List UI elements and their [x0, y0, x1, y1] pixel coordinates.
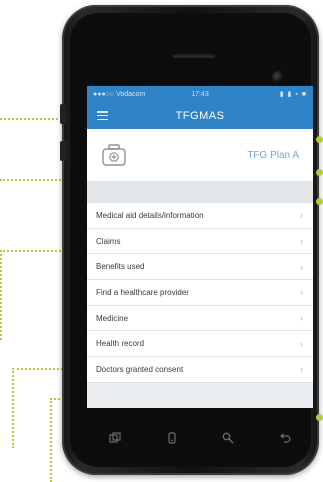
callout-dot-right-1 — [316, 136, 323, 143]
menu-item-label: Doctors granted consent — [96, 364, 184, 374]
callout-dot-right-3 — [316, 198, 323, 205]
chevron-right-icon: › — [300, 287, 303, 298]
menu-item-label: Find a healthcare provider — [96, 287, 189, 297]
back-icon[interactable] — [278, 431, 292, 445]
menu-item-benefits-used[interactable]: Benefits used › — [87, 254, 313, 281]
callout-line-5-v — [50, 398, 52, 482]
carrier-label: ●●●○○ Vodacom — [93, 90, 146, 98]
home-icon[interactable] — [165, 431, 179, 445]
front-camera-icon — [272, 71, 284, 83]
search-icon[interactable] — [221, 431, 235, 445]
menu-item-label: Health record — [96, 339, 145, 349]
volume-down-button[interactable] — [60, 141, 66, 161]
earpiece-speaker — [172, 53, 216, 58]
plan-card[interactable]: TFG Plan A — [87, 129, 313, 181]
chevron-right-icon: › — [300, 261, 303, 272]
volume-up-button[interactable] — [60, 104, 66, 124]
menu-item-label: Medical aid details/information — [96, 210, 204, 220]
menu-item-claims[interactable]: Claims › — [87, 229, 313, 255]
hardware-button-bar — [87, 423, 313, 453]
hamburger-menu-icon[interactable] — [97, 111, 108, 121]
clock: 17:43 — [191, 90, 209, 98]
menu-item-medicine[interactable]: Medicine › — [87, 306, 313, 332]
medical-case-icon — [102, 144, 126, 166]
callout-dot-right-2 — [316, 169, 323, 176]
chevron-right-icon: › — [300, 210, 303, 221]
plan-name: TFG Plan A — [247, 149, 299, 161]
app-screen: ●●●○○ Vodacom 17:43 ▮ ▮ ▪ ■ TFGMAS TFG P… — [87, 86, 313, 408]
callout-line-3-v — [0, 250, 2, 340]
chevron-right-icon: › — [300, 364, 303, 375]
menu-item-health-record[interactable]: Health record › — [87, 331, 313, 358]
menu-item-find-healthcare-provider[interactable]: Find a healthcare provider › — [87, 280, 313, 306]
callout-line-4-v — [12, 368, 14, 448]
menu-item-label: Claims — [96, 236, 121, 246]
section-divider — [87, 181, 313, 203]
chevron-right-icon: › — [300, 338, 303, 349]
callout-dot-right-4 — [316, 414, 323, 421]
title-bar: TFGMAS — [87, 102, 313, 129]
menu-item-label: Benefits used — [96, 262, 145, 272]
chevron-right-icon: › — [300, 313, 303, 324]
main-menu-list: Medical aid details/information › Claims… — [87, 203, 313, 383]
menu-item-label: Medicine — [96, 313, 129, 323]
status-indicators: ▮ ▮ ▪ ■ — [279, 91, 307, 98]
status-bar: ●●●○○ Vodacom 17:43 ▮ ▮ ▪ ■ — [87, 86, 313, 102]
recent-apps-icon[interactable] — [108, 431, 122, 445]
menu-item-doctors-granted-consent[interactable]: Doctors granted consent › — [87, 357, 313, 383]
chevron-right-icon: › — [300, 236, 303, 247]
menu-item-medical-aid-details[interactable]: Medical aid details/information › — [87, 203, 313, 229]
app-title: TFGMAS — [175, 109, 225, 122]
